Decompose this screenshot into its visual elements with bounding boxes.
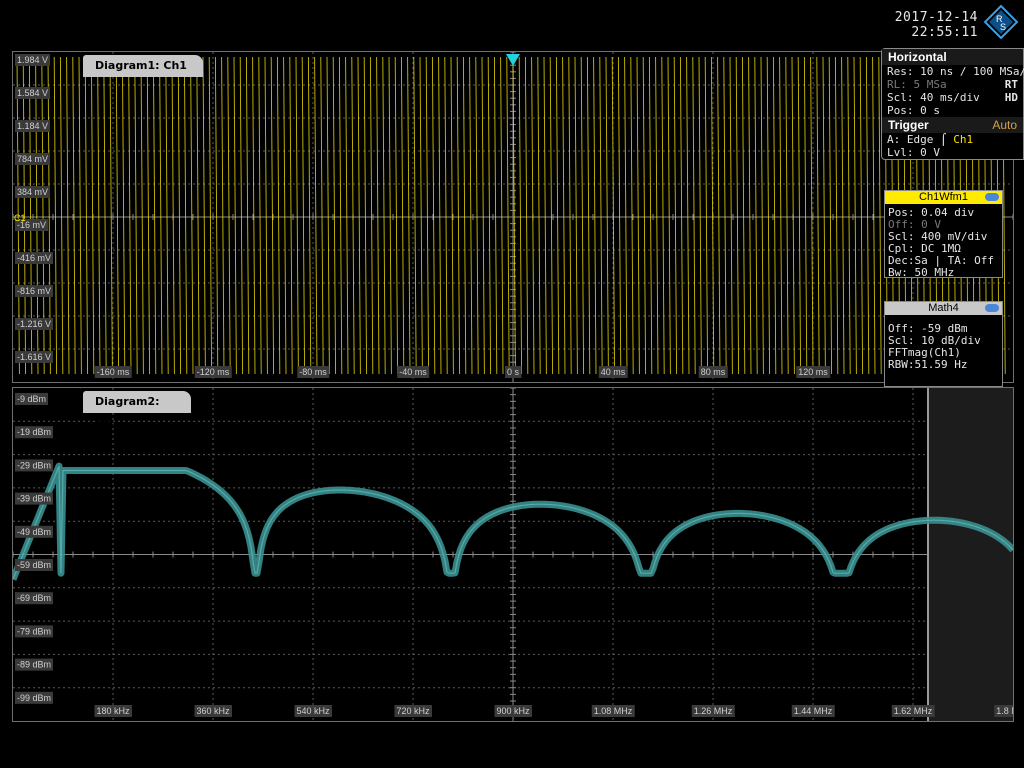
trigger-source-row: A: Edge ⌠ Ch1 xyxy=(882,133,1023,146)
diagram1-waveform[interactable]: Diagram1: Ch1 1.984 V 1.584 V 1.184 V 784 m… xyxy=(12,51,1014,383)
horizontal-title: Horizontal xyxy=(882,49,1023,65)
time-display: 22:55:11 xyxy=(911,25,978,40)
x-tick-label: 360 kHz xyxy=(196,706,230,716)
diagram2-plot: -9 dBm -19 dBm -29 dBm -39 dBm -49 dBm -59 dB… xyxy=(13,388,1013,721)
trigger-type: A: Edge xyxy=(887,133,934,146)
y-tick-label: -39 dBm xyxy=(17,494,51,504)
time-scale-value: Scl: 40 ms/div xyxy=(887,91,980,104)
date-display: 2017-12-14 xyxy=(894,10,978,25)
horizontal-trigger-panel[interactable]: Horizontal Res: 10 ns / 100 MSa/s RL: 5 … xyxy=(881,48,1024,160)
y-tick-label: 784 mV xyxy=(17,154,48,164)
record-length-row: RL: 5 MSa RT xyxy=(882,78,1023,91)
y-tick-label: 1.184 V xyxy=(17,121,48,131)
y-tick-label: -29 dBm xyxy=(17,460,51,470)
position-value: Pos: 0 s xyxy=(887,104,940,117)
y-tick-label: -99 dBm xyxy=(17,693,51,703)
x-tick-label: 900 kHz xyxy=(496,706,530,716)
diagram2-tab[interactable]: Diagram2: M4 xyxy=(83,391,191,430)
x-tick-label: -40 ms xyxy=(399,367,427,377)
x-tick-label: 720 kHz xyxy=(396,706,430,716)
x-tick-label: 40 ms xyxy=(601,367,626,377)
y-tick-label: 1.584 V xyxy=(17,88,48,98)
record-length-value: RL: 5 MSa xyxy=(887,78,947,91)
rising-edge-icon: ⌠ xyxy=(939,133,947,146)
y-tick-label: -79 dBm xyxy=(17,626,51,636)
y-tick-label: -416 mV xyxy=(17,253,51,263)
trigger-header: Trigger Auto xyxy=(882,117,1023,133)
trigger-mode: Auto xyxy=(992,118,1017,132)
x-tick-label: 180 kHz xyxy=(96,706,130,716)
x-tick-label: 1.62 MHz xyxy=(894,706,933,716)
math4-panel-title: Math4 xyxy=(928,302,959,314)
minimize-icon[interactable] xyxy=(985,304,999,312)
x-tick-label: 80 ms xyxy=(701,367,726,377)
y-tick-label: -1.616 V xyxy=(17,352,51,362)
hd-badge: HD xyxy=(1004,91,1018,104)
x-tick-label: 540 kHz xyxy=(296,706,330,716)
trigger-level-row: Lvl: 0 V xyxy=(882,146,1023,159)
position-row: Pos: 0 s xyxy=(882,104,1023,117)
y-tick-label: -89 dBm xyxy=(17,660,51,670)
y-tick-label: -9 dBm xyxy=(17,394,46,404)
y-tick-label: -59 dBm xyxy=(17,560,51,570)
minimize-icon[interactable] xyxy=(985,193,999,201)
scale-row: Scl: 40 ms/div HD xyxy=(882,91,1023,104)
rt-badge: RT xyxy=(1004,78,1018,91)
trigger-level: Lvl: 0 V xyxy=(887,146,940,159)
y-tick-label: 1.984 V xyxy=(17,55,48,65)
x-tick-label: 0 s xyxy=(507,367,520,377)
math4-rbw: RBW:51.59 Hz xyxy=(888,358,968,371)
resolution-row: Res: 10 ns / 100 MSa/s xyxy=(882,65,1024,78)
y-tick-label: -69 dBm xyxy=(17,593,51,603)
out-of-band-region xyxy=(928,388,1013,721)
y-tick-label: -1.216 V xyxy=(17,319,51,329)
y-tick-label: -49 dBm xyxy=(17,527,51,537)
ch1-panel-header: Ch1Wfm1 xyxy=(885,191,1002,204)
grid xyxy=(13,388,1013,721)
y-tick-label: -816 mV xyxy=(17,286,51,296)
ground-marker: C1 xyxy=(14,213,26,223)
trigger-source: Ch1 xyxy=(953,133,974,146)
svg-text:S: S xyxy=(1000,22,1006,32)
x-tick-label: 1.08 MHz xyxy=(594,706,633,716)
diagram2-fft[interactable]: Diagram2: M4 -9 dBm -19 dBm -29 dBm -39 dBm… xyxy=(12,387,1014,722)
math4-panel[interactable]: Math4 Off: -59 dBm Scl: 10 dB/div FFTmag… xyxy=(884,301,1003,387)
ch1-bandwidth: Bw: 50 MHz xyxy=(888,266,955,279)
rs-logo-icon: R S xyxy=(984,5,1018,39)
y-tick-label: -19 dBm xyxy=(17,427,51,437)
x-tick-label: 1.26 MHz xyxy=(694,706,733,716)
x-tick-label: -160 ms xyxy=(97,367,130,377)
ch1-panel-title: Ch1Wfm1 xyxy=(919,191,968,203)
x-tick-label: -80 ms xyxy=(299,367,327,377)
resolution-value: Res: 10 ns / 100 MSa/s xyxy=(887,65,1024,78)
math4-panel-body: Off: -59 dBm Scl: 10 dB/div FFTmag(Ch1) … xyxy=(885,315,1002,371)
diagram1-tab[interactable]: Diagram1: Ch1 xyxy=(83,55,203,77)
ch1-panel-body: Pos: 0.04 div Off: 0 V Scl: 400 mV/div C… xyxy=(885,204,1002,279)
trigger-title: Trigger xyxy=(888,118,929,132)
x-tick-label: -120 ms xyxy=(197,367,230,377)
math4-panel-header: Math4 xyxy=(885,302,1002,315)
x-tick-label: 120 ms xyxy=(798,367,828,377)
ch1-waveform-panel[interactable]: Ch1Wfm1 Pos: 0.04 div Off: 0 V Scl: 400 … xyxy=(884,190,1003,279)
diagram1-plot: 1.984 V1.584 V1.184 V784 mV384 mV-16 mV-… xyxy=(13,52,1013,382)
y-tick-label: 384 mV xyxy=(17,187,48,197)
x-tick-label: 1.8 MHz xyxy=(996,706,1013,716)
trigger-marker-icon xyxy=(506,54,520,66)
x-tick-label: 1.44 MHz xyxy=(794,706,833,716)
